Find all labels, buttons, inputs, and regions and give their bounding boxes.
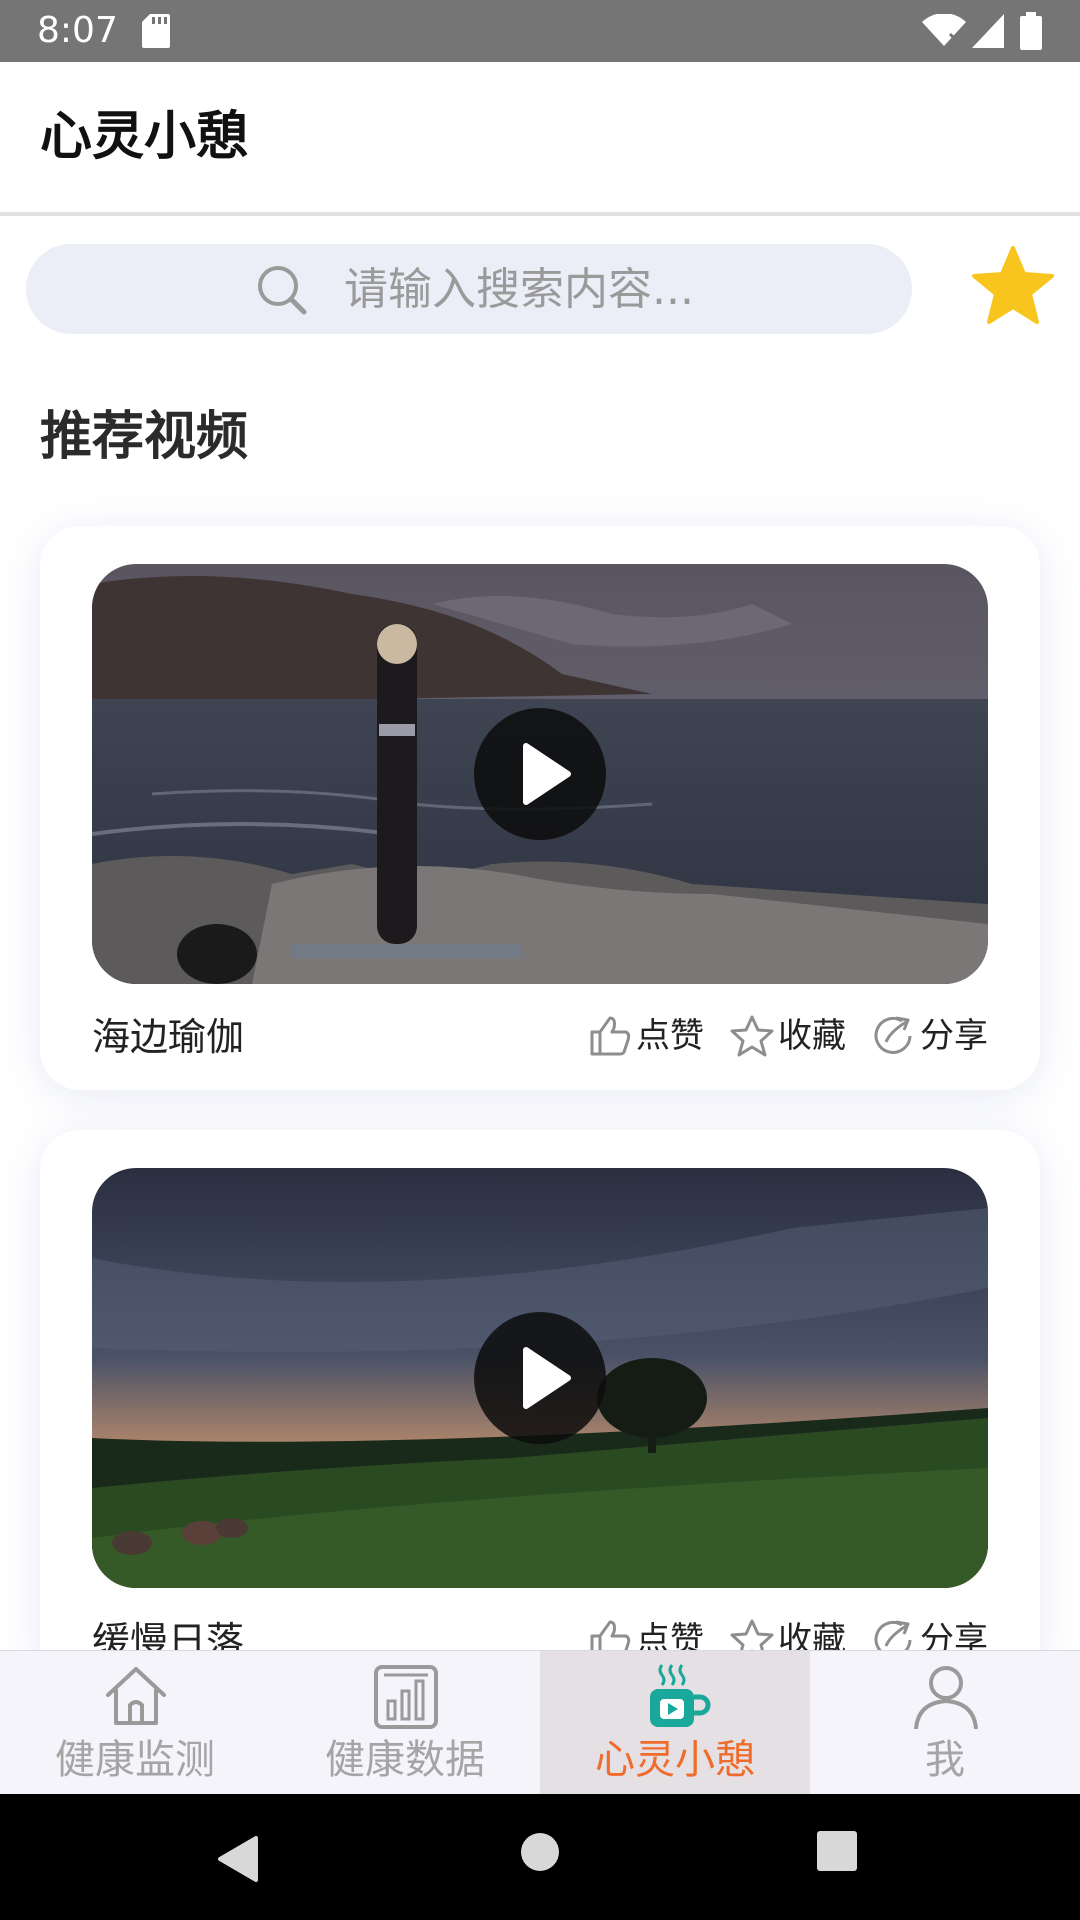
favorites-star-icon[interactable] [970,244,1056,328]
video-thumbnail[interactable] [92,564,988,984]
bottom-navigation: 健康监测 健康数据 心灵小憩 我 [0,1650,1080,1795]
status-time: 8:07 [37,10,118,51]
sd-card-icon [142,14,170,48]
home-icon [106,1667,166,1725]
recents-icon[interactable] [816,1830,858,1872]
app-header: 心灵小憩 [0,62,1080,212]
like-label: 点赞 [636,1016,704,1056]
like-button[interactable]: 点赞 [588,1010,704,1062]
play-icon [523,1347,571,1409]
battery-icon [1020,12,1042,50]
wifi-icon [922,14,966,46]
search-input[interactable]: 请输入搜索内容... [26,244,912,334]
search-icon [258,266,307,315]
coffee-cup-icon [650,1664,711,1727]
share-label: 分享 [920,1016,988,1056]
back-icon[interactable] [216,1834,260,1884]
nav-item-health-monitor[interactable]: 健康监测 [0,1651,270,1795]
person-icon [914,1666,978,1730]
video-actions: 点赞 收藏 分享 [562,1010,988,1062]
header-divider [0,212,1080,216]
nav-label: 健康数据 [325,1737,485,1783]
nav-item-health-data[interactable]: 健康数据 [270,1651,540,1795]
signal-icon [972,14,1004,48]
system-navigation-bar [0,1794,1080,1920]
nav-label: 心灵小憩 [595,1737,755,1783]
share-icon [874,1016,912,1054]
favorite-label: 收藏 [778,1016,846,1056]
star-outline-icon [730,1015,774,1057]
status-bar: 8:07 [0,0,1080,62]
nav-label: 我 [925,1737,965,1783]
video-card: 缓慢日落 点赞 收藏 分享 [40,1130,1040,1694]
home-circle-icon[interactable] [520,1832,560,1872]
play-button[interactable] [474,708,606,840]
share-button[interactable]: 分享 [872,1010,988,1062]
nav-item-mind-break[interactable]: 心灵小憩 [540,1651,810,1795]
video-thumbnail[interactable] [92,1168,988,1588]
nav-label: 健康监测 [55,1737,215,1783]
nav-item-me[interactable]: 我 [810,1651,1080,1795]
search-placeholder: 请输入搜索内容... [344,264,694,315]
favorite-button[interactable]: 收藏 [730,1010,846,1062]
screen: 8:07 心灵小憩 请输入搜索内容... 推荐视频 海边瑜伽 点赞 收藏 分享 … [0,0,1080,1920]
video-card: 海边瑜伽 点赞 收藏 分享 [40,526,1040,1090]
play-icon [523,743,571,805]
thumbs-up-icon [590,1016,631,1056]
section-title: 推荐视频 [40,407,249,467]
video-title: 海边瑜伽 [92,1015,245,1059]
play-button[interactable] [474,1312,606,1444]
bar-chart-icon [374,1665,438,1729]
page-title: 心灵小憩 [40,107,249,167]
